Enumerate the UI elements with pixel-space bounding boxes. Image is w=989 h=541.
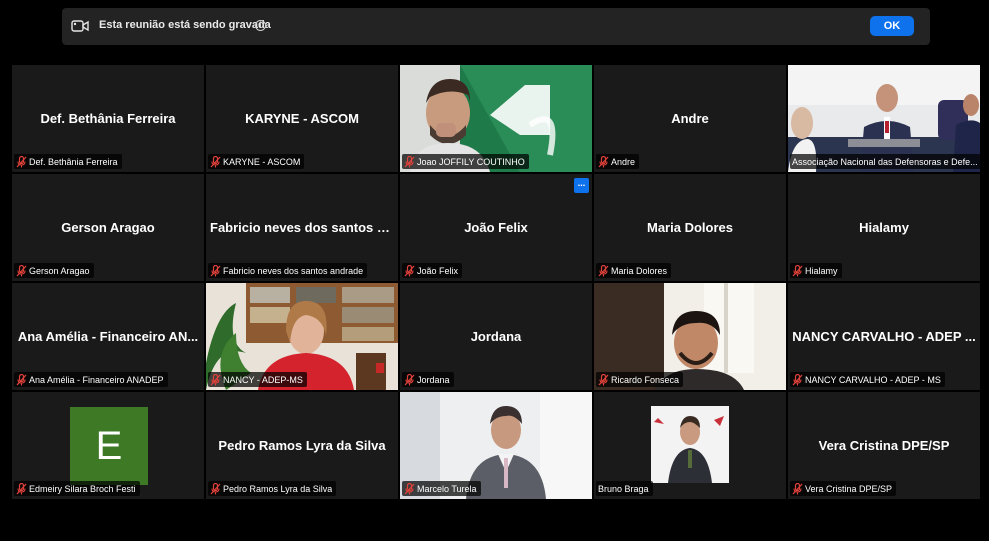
muted-mic-icon — [404, 155, 415, 167]
participant-name: Pedro Ramos Lyra da Silva — [218, 438, 386, 453]
name-tag: Andre — [596, 154, 640, 169]
participant-video-tile[interactable]: NANCY - ADEP-MS — [206, 283, 398, 390]
active-speaker-video-tile[interactable]: Associação Nacional das Defensoras e Def… — [788, 65, 980, 172]
participant-tag: KARYNE - ASCOM — [223, 156, 301, 167]
avatar: E — [70, 407, 148, 485]
muted-mic-icon — [792, 264, 803, 276]
name-tag: Associação Nacional das Defensoras e Def… — [790, 154, 980, 169]
muted-mic-icon — [792, 482, 803, 494]
muted-mic-icon — [792, 373, 803, 385]
muted-mic-icon — [210, 482, 221, 494]
participant-name: Vera Cristina DPE/SP — [818, 438, 950, 453]
participant-name: João Felix — [464, 220, 528, 235]
muted-mic-icon — [210, 373, 221, 385]
name-tag: Maria Dolores — [596, 263, 672, 278]
participant-name: Fabricio neves dos santos an... — [210, 220, 394, 235]
name-tag: NANCY CARVALHO - ADEP - MS — [790, 372, 945, 387]
participant-gallery: Def. Bethânia Ferreira Def. Bethânia Fer… — [12, 65, 980, 500]
participant-tag: Joao JOFFILY COUTINHO — [417, 156, 525, 167]
participant-tag: Pedro Ramos Lyra da Silva — [223, 483, 333, 494]
name-tag: Marcelo Turela — [402, 481, 481, 496]
participant-tag: Def. Bethânia Ferreira — [29, 156, 118, 167]
participant-tile[interactable]: E Edmeiry Silara Broch Festi — [12, 392, 204, 499]
participant-tag: Jordana — [417, 374, 450, 385]
participant-video-tile[interactable]: Marcelo Turela — [400, 392, 592, 499]
name-tag: Edmeiry Silara Broch Festi — [14, 481, 140, 496]
participant-tile[interactable]: Maria Dolores Maria Dolores — [594, 174, 786, 281]
name-tag: NANCY - ADEP-MS — [208, 372, 307, 387]
participant-tag: Ricardo Fonseca — [611, 374, 680, 385]
participant-name: Ana Amélia - Financeiro AN... — [17, 329, 199, 344]
participant-tag: Marcelo Turela — [417, 483, 477, 494]
participant-tag: NANCY CARVALHO - ADEP - MS — [805, 374, 941, 385]
muted-mic-icon — [16, 373, 27, 385]
more-options-button[interactable]: ... — [574, 178, 589, 193]
muted-mic-icon — [598, 373, 609, 385]
name-tag: Gerson Aragao — [14, 263, 94, 278]
participant-tag: Hialamy — [805, 265, 838, 276]
name-tag: Pedro Ramos Lyra da Silva — [208, 481, 337, 496]
participant-tag: NANCY - ADEP-MS — [223, 374, 303, 385]
muted-mic-icon — [16, 155, 27, 167]
name-tag: Jordana — [402, 372, 454, 387]
name-tag: Hialamy — [790, 263, 842, 278]
participant-tag: Bruno Braga — [598, 483, 649, 494]
muted-mic-icon — [404, 264, 415, 276]
participant-name: Andre — [671, 111, 709, 126]
participant-name: Def. Bethânia Ferreira — [40, 111, 176, 126]
participant-tag: Associação Nacional das Defensoras e Def… — [792, 156, 978, 167]
participant-tile[interactable]: Fabricio neves dos santos an... Fabricio… — [206, 174, 398, 281]
participant-tag: Maria Dolores — [611, 265, 668, 276]
muted-mic-icon — [16, 482, 27, 494]
participant-tile[interactable]: João Felix João Felix — [400, 174, 592, 281]
participant-video-tile[interactable]: Joao JOFFILY COUTINHO — [400, 65, 592, 172]
muted-mic-icon — [210, 155, 221, 167]
participant-tag: Gerson Aragao — [29, 265, 90, 276]
muted-mic-icon — [598, 264, 609, 276]
participant-tag: Edmeiry Silara Broch Festi — [29, 483, 136, 494]
participant-name: Maria Dolores — [647, 220, 733, 235]
participant-tile[interactable]: Jordana Jordana — [400, 283, 592, 390]
muted-mic-icon — [210, 264, 221, 276]
participant-tile[interactable]: Hialamy Hialamy — [788, 174, 980, 281]
ok-button[interactable]: OK — [870, 16, 914, 36]
name-tag: Fabricio neves dos santos andrade — [208, 263, 368, 278]
participant-name: Jordana — [470, 329, 522, 344]
participant-tile[interactable]: KARYNE - ASCOM KARYNE - ASCOM — [206, 65, 398, 172]
participant-tile[interactable]: Ana Amélia - Financeiro AN... Ana Amélia… — [12, 283, 204, 390]
participant-tag: Andre — [611, 156, 636, 167]
name-tag: João Felix — [402, 263, 463, 278]
name-tag: Bruno Braga — [596, 481, 653, 496]
participant-tag: João Felix — [417, 265, 459, 276]
participant-tag: Fabricio neves dos santos andrade — [223, 265, 364, 276]
name-tag: Def. Bethânia Ferreira — [14, 154, 122, 169]
participant-tile[interactable]: Andre Andre — [594, 65, 786, 172]
participant-tile[interactable]: Gerson Aragao Gerson Aragao — [12, 174, 204, 281]
name-tag: KARYNE - ASCOM — [208, 154, 305, 169]
participant-tile[interactable]: NANCY CARVALHO - ADEP ... NANCY CARVALHO… — [788, 283, 980, 390]
recording-banner: Esta reunião está sendo gravada i OK — [62, 8, 930, 45]
participant-video-tile[interactable]: Bruno Braga — [594, 392, 786, 499]
participant-video-tile[interactable]: Ricardo Fonseca — [594, 283, 786, 390]
name-tag: Vera Cristina DPE/SP — [790, 481, 897, 496]
muted-mic-icon — [404, 373, 415, 385]
muted-mic-icon — [16, 264, 27, 276]
participant-name: Hialamy — [859, 220, 909, 235]
participant-name: KARYNE - ASCOM — [245, 111, 359, 126]
participant-tile[interactable]: Def. Bethânia Ferreira Def. Bethânia Fer… — [12, 65, 204, 172]
participant-tile[interactable]: Pedro Ramos Lyra da Silva Pedro Ramos Ly… — [206, 392, 398, 499]
participant-tag: Ana Amélia - Financeiro ANADEP — [29, 374, 164, 385]
participant-tag: Vera Cristina DPE/SP — [805, 483, 893, 494]
recording-message: Esta reunião está sendo gravada — [99, 19, 271, 31]
name-tag: Ana Amélia - Financeiro ANADEP — [14, 372, 168, 387]
name-tag: Joao JOFFILY COUTINHO — [402, 154, 529, 169]
participant-name: Gerson Aragao — [61, 220, 155, 235]
info-icon[interactable]: i — [255, 20, 266, 31]
participant-name: NANCY CARVALHO - ADEP ... — [792, 329, 976, 344]
muted-mic-icon — [404, 482, 415, 494]
camera-record-icon — [71, 20, 89, 32]
muted-mic-icon — [598, 155, 609, 167]
participant-tile[interactable]: Vera Cristina DPE/SP Vera Cristina DPE/S… — [788, 392, 980, 499]
name-tag: Ricardo Fonseca — [596, 372, 684, 387]
